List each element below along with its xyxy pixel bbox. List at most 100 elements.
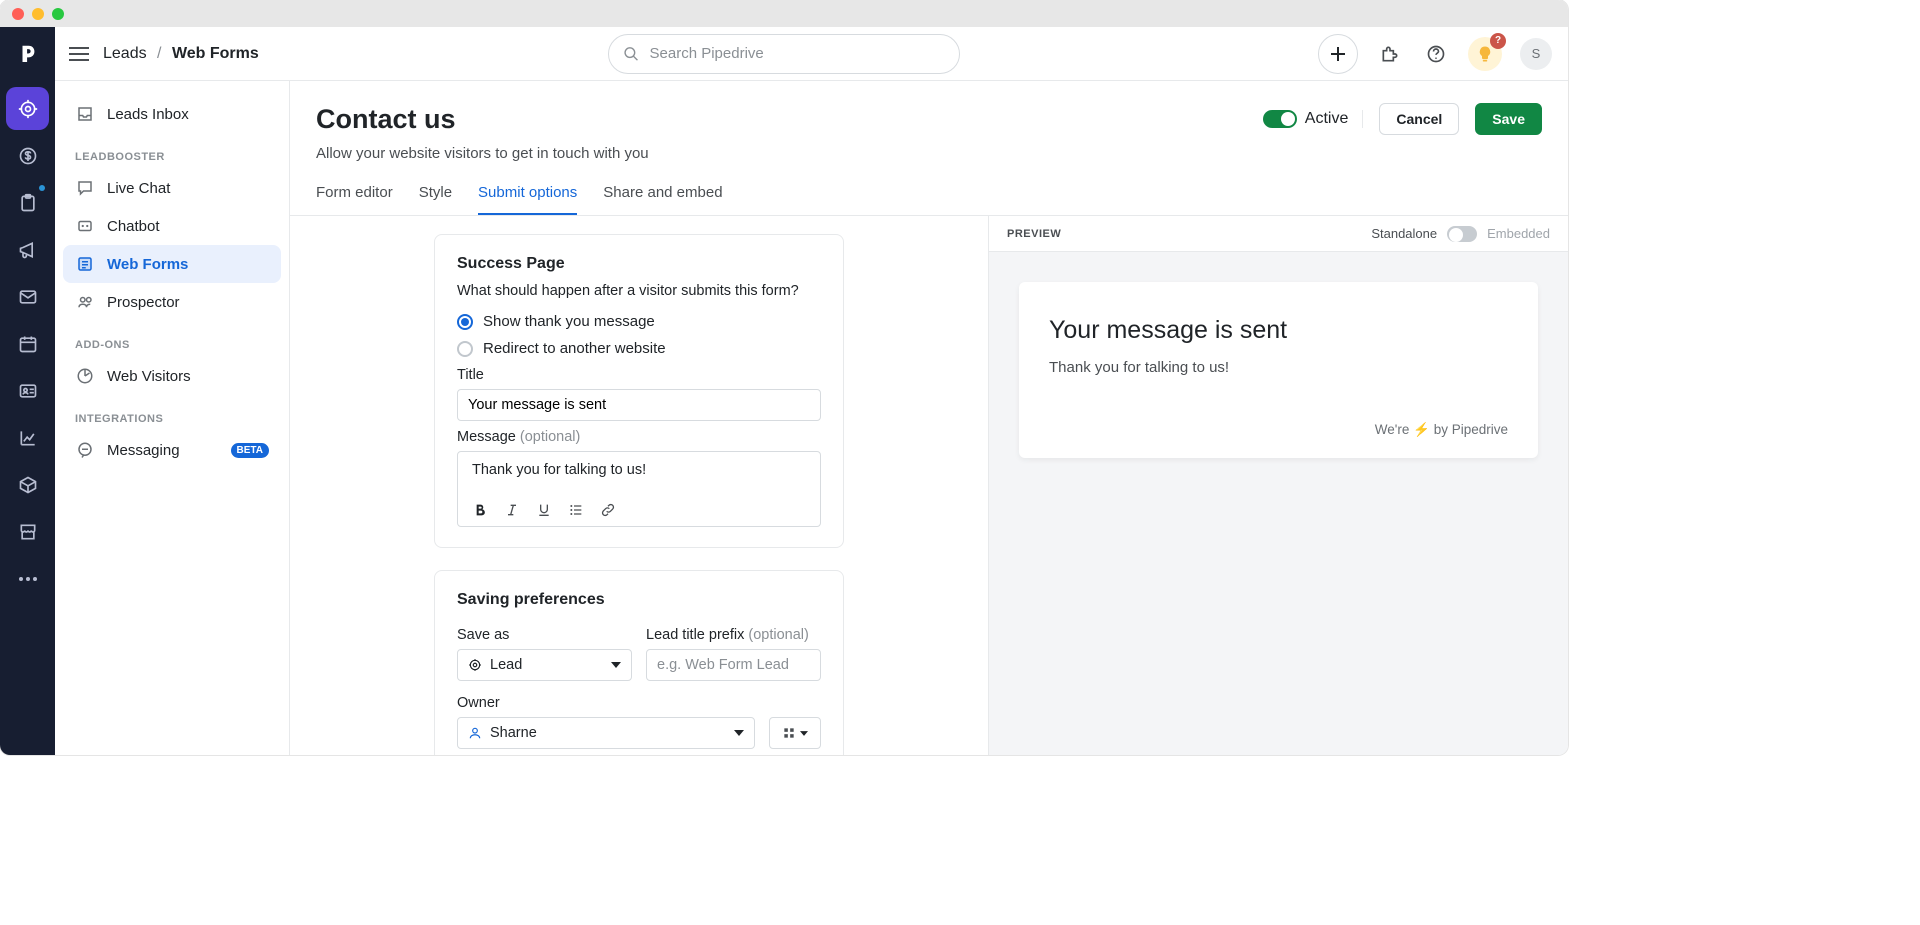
save-button[interactable]: Save [1475,103,1542,135]
more-icon [18,576,38,582]
sidebar-item-chatbot[interactable]: Chatbot [63,207,281,245]
cancel-button[interactable]: Cancel [1379,103,1459,135]
radio-redirect[interactable]: Redirect to another website [457,340,821,357]
breadcrumb-parent[interactable]: Leads [103,45,147,62]
tips-button[interactable]: ? [1468,37,1502,71]
save-as-value: Lead [490,657,522,673]
sidebar-item-web-visitors[interactable]: Web Visitors [63,357,281,395]
message-editor[interactable]: Thank you for talking to us! [457,451,821,527]
breadcrumb-sep: / [157,45,161,62]
sidebar-item-messaging[interactable]: MessagingBETA [63,431,281,469]
mail-icon [18,287,38,307]
sidebar-item-leads-inbox[interactable]: Leads Inbox [63,95,281,133]
rail-marketplace[interactable] [6,510,49,553]
window-min-dot[interactable] [32,8,44,20]
sidebar-item-web-forms[interactable]: Web Forms [63,245,281,283]
grid-icon [782,726,796,740]
avatar[interactable]: S [1520,38,1552,70]
owner-label: Owner [457,695,821,711]
title-input[interactable] [457,389,821,421]
radio-thank-you[interactable]: Show thank you message [457,313,821,330]
contact-card-icon [18,381,38,401]
breadcrumb-leaf: Web Forms [172,45,259,62]
save-as-select[interactable]: Lead [457,649,632,681]
caret-down-icon [734,730,744,736]
preview-head-label: PREVIEW [1007,228,1061,240]
active-toggle[interactable] [1263,110,1297,128]
rail-deals[interactable] [6,134,49,177]
radio-off-icon [457,341,473,357]
rail-mail[interactable] [6,275,49,318]
sidebar-item-label: Messaging [107,442,180,459]
link-button[interactable] [600,502,616,518]
tab-form-editor[interactable]: Form editor [316,184,393,215]
preview-title: Your message is sent [1049,316,1508,345]
sidebar-head-integrations: INTEGRATIONS [63,395,281,431]
sidebar-item-label: Prospector [107,294,180,311]
list-button[interactable] [568,502,584,518]
menu-toggle-button[interactable] [69,47,89,61]
tab-style[interactable]: Style [419,184,452,215]
rail-projects[interactable] [6,181,49,224]
window-close-dot[interactable] [12,8,24,20]
preview-mode-standalone[interactable]: Standalone [1371,226,1437,241]
box-icon [18,475,38,495]
success-question: What should happen after a visitor submi… [457,283,821,299]
rail-activities[interactable] [6,322,49,365]
tab-share-embed[interactable]: Share and embed [603,184,722,215]
sidebar-item-label: Leads Inbox [107,106,189,123]
saving-preferences-card: Saving preferences Save as Lead [434,570,844,755]
sidebar-item-prospector[interactable]: Prospector [63,283,281,321]
message-content[interactable]: Thank you for talking to us! [472,462,806,492]
bot-icon [75,217,95,235]
marketplace-button[interactable] [1376,40,1404,68]
search-icon [623,45,640,63]
tab-submit-options[interactable]: Submit options [478,184,577,215]
rail-contacts[interactable] [6,369,49,412]
success-page-card: Success Page What should happen after a … [434,234,844,548]
underline-icon [536,502,552,518]
rail-campaigns[interactable] [6,228,49,271]
bolt-icon: ⚡ [1413,422,1430,437]
underline-button[interactable] [536,502,552,518]
owner-select[interactable]: Sharne [457,717,755,749]
preview-mode-embedded[interactable]: Embedded [1487,226,1550,241]
radio-label: Show thank you message [483,313,655,330]
breadcrumb: Leads / Web Forms [103,45,259,63]
rail-leads[interactable] [6,87,49,130]
sidebar: Leads Inbox LEADBOOSTER Live Chat Chatbo… [55,81,290,755]
radio-on-icon [457,314,473,330]
rail-insights[interactable] [6,416,49,459]
italic-button[interactable] [504,502,520,518]
person-icon [468,726,482,740]
active-label: Active [1305,110,1349,128]
sidebar-head-addons: ADD-ONS [63,321,281,357]
chart-icon [18,428,38,448]
megaphone-icon [18,240,38,260]
brand-logo[interactable] [0,27,55,81]
sidebar-item-live-chat[interactable]: Live Chat [63,169,281,207]
bold-icon [472,502,488,518]
sidebar-item-label: Live Chat [107,180,170,197]
preview-mode-toggle[interactable] [1447,226,1477,242]
tabs: Form editor Style Submit options Share a… [290,184,1568,216]
sidebar-head-leadbooster: LEADBOOSTER [63,133,281,169]
owner-extra-select[interactable] [769,717,821,749]
inbox-icon [75,105,95,123]
prefix-input[interactable] [646,649,821,681]
pipedrive-icon [17,43,39,65]
rail-products[interactable] [6,463,49,506]
sidebar-item-label: Chatbot [107,218,160,235]
lead-target-icon [468,658,482,672]
bold-button[interactable] [472,502,488,518]
dollar-icon [18,146,38,166]
rail-more[interactable] [6,557,49,600]
search-input[interactable] [650,45,945,62]
quick-add-button[interactable] [1318,34,1358,74]
help-button[interactable] [1422,40,1450,68]
caret-down-icon [611,662,621,668]
window-max-dot[interactable] [52,8,64,20]
italic-icon [504,502,520,518]
search-input-wrap[interactable] [608,34,960,74]
page-subtitle: Allow your website visitors to get in to… [316,145,1542,162]
